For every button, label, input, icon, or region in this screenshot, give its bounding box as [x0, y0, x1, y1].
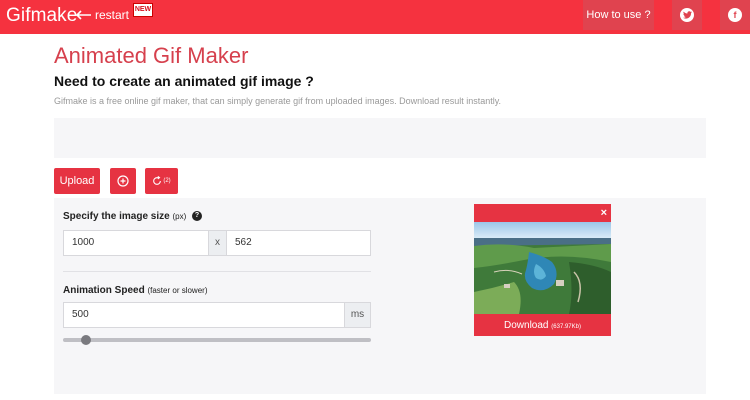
logo[interactable]: Gifmake	[6, 5, 77, 27]
restart-link[interactable]: restart	[76, 8, 129, 22]
settings-divider	[63, 271, 371, 272]
rotate-icon	[153, 176, 162, 185]
twitter-button[interactable]	[672, 0, 702, 30]
facebook-button[interactable]: f	[720, 0, 750, 30]
plus-circle-icon	[117, 175, 129, 187]
close-icon[interactable]: ×	[601, 207, 607, 219]
rotate-count: (2)	[163, 178, 171, 184]
preview-image	[474, 222, 611, 314]
add-image-button[interactable]	[110, 168, 136, 194]
size-separator: x	[208, 230, 227, 256]
page-description: Gifmake is a free online gif maker, that…	[54, 96, 502, 106]
download-label: Download	[504, 320, 549, 331]
animation-speed-label-text: Animation Speed	[63, 285, 145, 296]
gif-preview-card: × Download (637.97Kb)	[474, 204, 611, 336]
facebook-icon: f	[728, 8, 742, 22]
help-icon[interactable]: ?	[192, 211, 203, 222]
image-size-unit: (px)	[172, 212, 187, 221]
speed-slider-track[interactable]	[63, 338, 371, 342]
image-size-label: Specify the image size (px) ?	[63, 211, 203, 222]
rotate-button[interactable]: (2)	[145, 168, 178, 194]
arrow-left-icon	[76, 10, 91, 20]
animation-speed-hint: (faster or slower)	[147, 286, 208, 295]
speed-input[interactable]: 500	[63, 302, 345, 328]
twitter-icon	[680, 8, 694, 22]
width-input[interactable]: 1000	[63, 230, 209, 256]
page-subtitle: Need to create an animated gif image ?	[54, 73, 314, 89]
top-navbar: Gifmake restart NEW How to use ? f	[0, 0, 750, 34]
height-input[interactable]: 562	[226, 230, 371, 256]
new-badge: NEW	[133, 3, 153, 17]
download-size: (637.97Kb)	[551, 324, 581, 330]
animation-speed-label: Animation Speed (faster or slower)	[63, 285, 207, 296]
image-drop-area[interactable]	[54, 118, 706, 158]
image-size-label-text: Specify the image size	[63, 211, 170, 222]
speed-unit: ms	[344, 302, 371, 328]
restart-label: restart	[95, 8, 130, 22]
how-to-use-button[interactable]: How to use ?	[583, 0, 654, 30]
download-button[interactable]: Download (637.97Kb)	[474, 316, 611, 336]
upload-button[interactable]: Upload	[54, 168, 100, 194]
page-title: Animated Gif Maker	[54, 43, 249, 68]
